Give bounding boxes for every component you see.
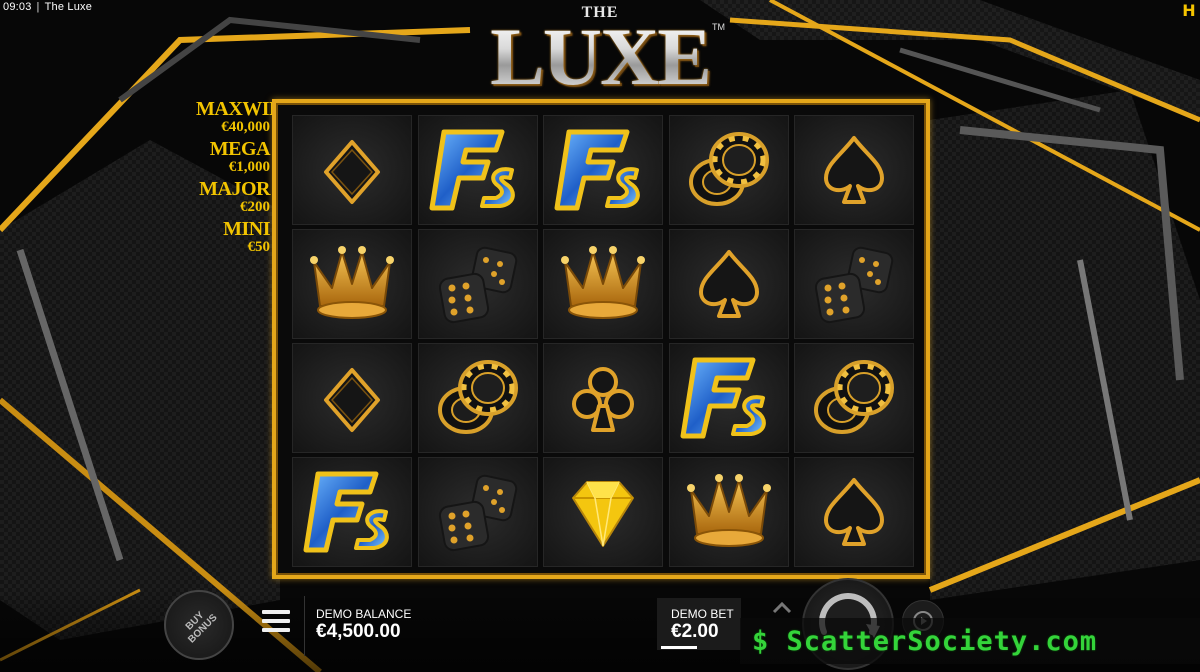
reel-cell: [543, 457, 663, 567]
balance-value: €4,500.00: [316, 621, 401, 642]
watermark-banner: $ ScatterSociety.com: [740, 618, 1200, 664]
crown-icon: [561, 246, 645, 319]
reel-cell: [417, 229, 538, 339]
poker-chips-icon: [688, 132, 769, 206]
jackpot-value: €200: [240, 199, 270, 215]
gem-icon: [572, 481, 634, 547]
spade-suit-icon: [698, 250, 759, 318]
diamond-suit-icon: [324, 368, 380, 432]
reel-cell: [543, 115, 663, 225]
jackpot-name: MAJOR: [199, 178, 270, 200]
divider: [304, 596, 305, 656]
crown-icon: [686, 474, 771, 547]
club-suit-icon: [572, 367, 634, 432]
reel-cell: [292, 343, 412, 453]
hamburger-icon-bar: [262, 619, 290, 623]
jackpot-maxwin: MAXWIN €40,000: [196, 98, 284, 135]
spade-suit-icon: [824, 136, 884, 204]
diamond-suit-icon: [324, 140, 380, 204]
hamburger-icon-bar: [262, 628, 290, 632]
menu-button[interactable]: [262, 610, 290, 634]
reel-cell: [668, 457, 789, 567]
free-spins-icon: [303, 471, 389, 553]
dice-icon: [438, 246, 517, 324]
jackpot-name: MAXWIN: [196, 98, 284, 120]
watermark-text: $ ScatterSociety.com: [752, 625, 1098, 657]
spade-suit-icon: [824, 478, 884, 546]
logo-title: LUXE: [470, 16, 730, 98]
reel-cell: [543, 229, 663, 339]
reel-grid: [292, 115, 914, 567]
buy-bonus-button[interactable]: BUY BONUS: [164, 590, 234, 660]
free-spins-icon: [680, 357, 766, 439]
hamburger-icon: [262, 610, 290, 614]
poker-chips-icon: [814, 360, 894, 434]
jackpot-mini: MINI €50: [196, 219, 270, 255]
poker-chips-icon: [437, 360, 518, 434]
reel-cell: [794, 343, 914, 453]
dice-icon: [814, 246, 894, 324]
crown-icon: [310, 246, 394, 319]
free-spins-icon: [429, 129, 515, 211]
reel-cell: [794, 457, 914, 567]
jackpot-value: €40,000: [221, 119, 270, 135]
provider-badge: H: [1182, 1, 1196, 20]
reel-cell: [417, 343, 538, 453]
jackpot-major: MAJOR €200: [196, 179, 270, 215]
clock-time: 09:03: [3, 1, 32, 13]
status-separator: |: [36, 1, 40, 13]
reel-frame: [272, 99, 930, 579]
game-name: The Luxe: [44, 1, 93, 13]
reel-cell: [668, 115, 789, 225]
status-bar: 09:03 | The Luxe: [3, 1, 92, 13]
bet-label: DEMO BET: [671, 607, 734, 621]
buy-bonus-label: BUY BONUS: [183, 609, 220, 646]
reel-cell: [794, 229, 914, 339]
jackpot-value: €1,000: [228, 159, 270, 175]
balance-label: DEMO BALANCE: [316, 607, 412, 621]
reel-cell: [417, 115, 538, 225]
reel-cell: [794, 115, 914, 225]
bet-underline: [661, 646, 697, 649]
reel-cell: [543, 343, 663, 453]
jackpot-value: €50: [247, 239, 271, 255]
reel-cell: [292, 457, 412, 567]
jackpot-mega: MEGA €1,000: [196, 138, 271, 175]
bet-value: €2.00: [671, 621, 719, 642]
dice-icon: [438, 474, 517, 552]
jackpot-panel: MAXWIN €40,000 MEGA €1,000 MAJOR €200 MI…: [196, 98, 284, 259]
jackpot-name: MINI: [223, 218, 270, 240]
reel-cell: [668, 343, 789, 453]
jackpot-name: MEGA: [209, 138, 271, 160]
reel-cell: [668, 229, 789, 339]
free-spins-icon: [554, 129, 640, 211]
bet-increase-button[interactable]: [770, 598, 794, 618]
logo-trademark: TM: [712, 22, 725, 32]
chevron-up-icon: [772, 601, 792, 614]
reel-cell: [292, 229, 412, 339]
reel-cell: [292, 115, 412, 225]
reel-cell: [417, 457, 538, 567]
game-logo: THE LUXE TM: [470, 2, 730, 98]
